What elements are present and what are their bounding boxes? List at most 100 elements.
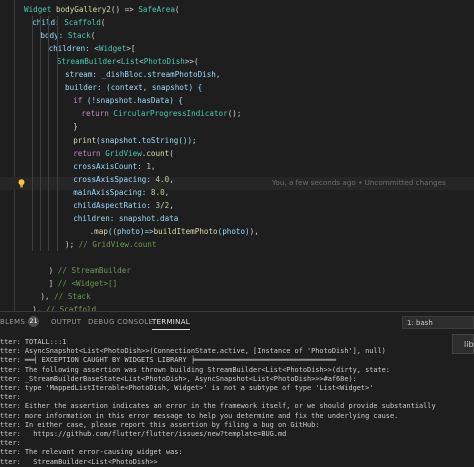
code-token: count <box>146 148 170 158</box>
code-token: >[ <box>126 44 136 54</box>
code-token: 4.0 <box>155 174 170 184</box>
code-line[interactable]: childAspectRatio: 3/2, <box>73 199 174 212</box>
code-token: // Stack <box>54 292 91 302</box>
code-line[interactable]: children: snapshot.data <box>73 212 178 225</box>
code-token: return <box>81 109 114 119</box>
code-token: >>( <box>184 57 199 67</box>
code-line[interactable]: StreamBuilder<List<PhotoDish>>( <box>57 55 199 68</box>
problems-count-badge: 21 <box>28 316 39 327</box>
code-line[interactable]: print(snapshot.toString()); <box>73 134 196 147</box>
code-token: ] <box>48 279 58 289</box>
code-token: builder: (context, snapshot) { <box>65 83 203 93</box>
code-line[interactable]: mainAxisSpacing: 8.0, <box>73 186 169 199</box>
code-token: StreamBuilder <box>56 57 117 67</box>
panel-tab-bar: BLEMS 21 OUTPUT DEBUG CONSOLE TERMINAL 1… <box>0 312 474 332</box>
code-token: bodyGallery2 <box>56 5 111 14</box>
tab-problems[interactable]: BLEMS <box>0 318 25 326</box>
code-token: ((photo)=> <box>107 226 154 236</box>
code-token: stream: _dishBloc.streamPhotoDish, <box>65 70 221 80</box>
code-token: List <box>120 57 140 67</box>
code-token: map <box>94 226 108 236</box>
code-line[interactable]: if (!snapshot.hasData) { <box>73 94 183 107</box>
terminal-line: tter: _StreamBuilderBaseState<List<Photo… <box>0 374 357 383</box>
terminal-line: tter: The relevant error-causing widget … <box>0 448 183 457</box>
code-line[interactable]: ); // GridView.count <box>65 238 156 251</box>
code-token: 8.0 <box>150 187 165 197</box>
code-token: if <box>73 96 87 106</box>
code-token: } <box>73 122 78 132</box>
code-token: Scaffold <box>64 18 101 28</box>
code-line[interactable]: crossAxisCount: 1, <box>73 160 155 173</box>
code-token: ) <box>48 266 58 275</box>
code-token: (snapshot.toString()); <box>96 135 197 145</box>
terminal-line: tter: AsyncSnapshot<List<PhotoDish>>(Con… <box>0 347 386 356</box>
code-token: crossAxisSpacing: <box>73 174 156 184</box>
code-token: ( <box>174 5 180 14</box>
code-token: ), <box>40 292 55 302</box>
code-line[interactable]: ), // Scaffold <box>32 303 96 311</box>
code-token: ); <box>65 239 79 249</box>
tab-terminal[interactable]: TERMINAL <box>152 318 190 330</box>
code-line[interactable]: builder: (context, snapshot) { <box>65 81 202 94</box>
code-line[interactable]: return CircularProgressIndicator(); <box>81 107 241 120</box>
code-line[interactable]: .map((photo)=>buildItemPhoto(photo)), <box>90 225 259 238</box>
indent-guide <box>32 16 33 251</box>
code-line[interactable]: crossAxisSpacing: 4.0, <box>73 173 174 186</box>
bottom-panel: BLEMS 21 OUTPUT DEBUG CONSOLE TERMINAL 1… <box>0 311 474 466</box>
code-line[interactable]: stream: _dishBloc.streamPhotoDish, <box>65 68 220 81</box>
terminal-line: tter: Either the assertion indicates an … <box>0 402 436 411</box>
tab-output[interactable]: OUTPUT <box>51 318 81 326</box>
side-popup[interactable]: lib <box>452 334 474 354</box>
code-token: // GridView.count <box>78 239 157 249</box>
terminal-selector-dropdown[interactable]: 1: bash <box>402 316 474 329</box>
terminal-line: tter: The following assertion was thrown… <box>0 365 390 374</box>
indent-guide <box>48 16 49 251</box>
code-token: childAspectRatio: <box>73 200 156 210</box>
terminal-line: tter: <box>0 393 21 402</box>
code-token: , <box>150 161 156 171</box>
code-line[interactable]: Widget bodyGallery2() => SafeArea( <box>24 3 179 16</box>
terminal-line: tter: ══╡ EXCEPTION CAUGHT BY WIDGETS LI… <box>0 356 337 365</box>
code-token: ( <box>100 18 106 28</box>
code-token: ( <box>169 148 174 158</box>
code-line[interactable]: ) // StreamBuilder <box>49 264 131 277</box>
terminal-line: tter: type 'MappedListIterable<PhotoDish… <box>0 384 374 392</box>
code-token: , <box>169 200 174 210</box>
code-token: , <box>164 187 170 197</box>
code-line[interactable]: ] // <Widget>[] <box>49 277 118 290</box>
lightbulb-icon[interactable] <box>18 179 25 188</box>
code-token: mainAxisSpacing: <box>73 187 151 197</box>
git-blame-annotation: You, a few seconds ago • Uncommitted cha… <box>272 178 446 187</box>
code-token: ( <box>90 31 96 41</box>
code-line[interactable]: children: <Widget>[ <box>49 42 136 55</box>
tab-debug-console[interactable]: DEBUG CONSOLE <box>88 318 153 326</box>
terminal-line: tter: <box>0 439 21 448</box>
terminal-line: tter: In either case, please report this… <box>0 420 320 429</box>
code-editor[interactable]: Widget bodyGallery2() => SafeArea(child:… <box>0 0 474 311</box>
code-token: body: <box>40 31 68 41</box>
indent-guide <box>40 16 41 251</box>
terminal-line: tter: https://github.com/flutter/flutter… <box>0 430 287 438</box>
code-token: (photo)), <box>217 226 259 236</box>
code-line[interactable]: child: Scaffold( <box>32 16 105 29</box>
code-line[interactable]: ), // Stack <box>40 290 90 303</box>
code-token: GridView <box>105 148 142 158</box>
code-token: (); <box>227 109 242 119</box>
code-token: crossAxisCount: <box>73 161 147 171</box>
code-token: return <box>73 148 106 158</box>
editor-gutter-divider <box>14 0 15 311</box>
code-token: // <Widget>[] <box>57 279 118 289</box>
code-token: Stack <box>67 31 91 41</box>
code-token: , <box>169 174 174 184</box>
code-token: SafeArea <box>138 5 175 14</box>
code-line[interactable]: } <box>73 120 78 133</box>
code-token: buildItemPhoto <box>153 226 218 236</box>
code-token: CircularProgressIndicator <box>113 109 228 119</box>
code-token: // StreamBuilder <box>57 266 131 275</box>
terminal-line: tter: TOTALL:::1 <box>0 338 67 346</box>
code-token: Widget <box>98 44 127 54</box>
code-token: (!snapshot.hasData) { <box>86 96 183 106</box>
code-token: children: snapshot.data <box>73 213 179 223</box>
code-line[interactable]: return GridView.count( <box>73 147 174 160</box>
terminal-line: tter: StreamBuilder<List<PhotoDish>> <box>0 457 158 466</box>
